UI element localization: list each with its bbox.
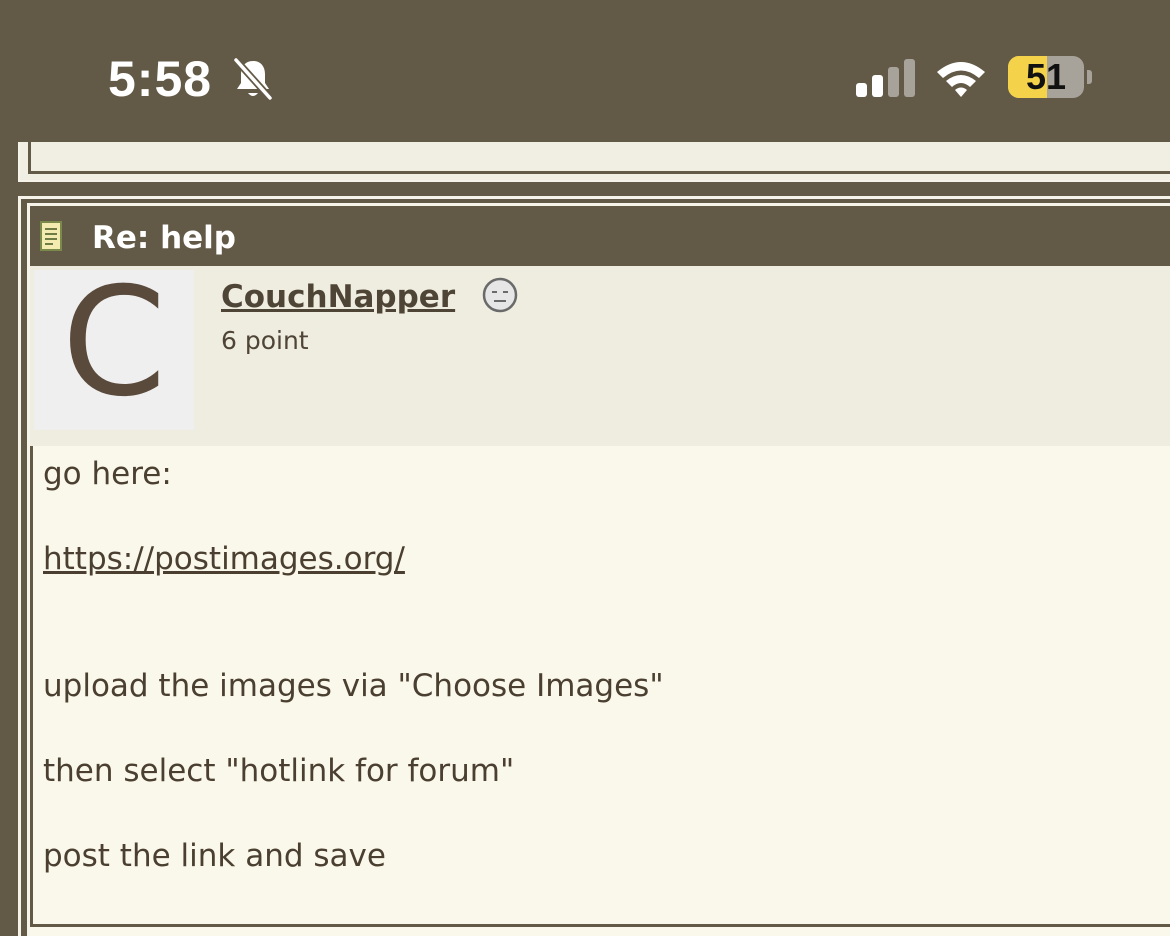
avatar-letter: C <box>61 270 167 430</box>
post-header: Re: help <box>30 206 1170 266</box>
postimages-link[interactable]: https://postimages.org/ <box>43 541 405 577</box>
neutral-face-icon <box>482 277 518 313</box>
avatar[interactable]: C <box>34 270 194 430</box>
post-document-icon <box>40 221 62 251</box>
battery-level: 51 <box>1025 56 1067 97</box>
battery-cap <box>1087 70 1092 84</box>
cellular-signal-icon <box>856 59 915 97</box>
previous-post-border <box>28 142 1170 174</box>
body-text-line: go here: <box>43 456 172 492</box>
battery-icon: 51 <box>1008 56 1084 98</box>
body-text-line: upload the images via "Choose Images" <box>43 668 664 704</box>
post-body: go here: https://postimages.org/ upload … <box>30 446 1170 936</box>
post-frame: Re: help C CouchNapper 6 point go here: … <box>27 203 1170 936</box>
body-link-line: https://postimages.org/ <box>43 541 405 577</box>
wifi-icon <box>937 62 985 97</box>
status-time: 5:58 <box>108 51 213 107</box>
author-panel: C CouchNapper 6 point <box>30 266 1170 446</box>
status-bar: 5:58 51 <box>0 0 1170 142</box>
forum-post: Re: help C CouchNapper 6 point go here: … <box>18 196 1170 936</box>
author-username-link[interactable]: CouchNapper <box>221 279 455 315</box>
bell-slash-icon <box>233 57 273 101</box>
post-title: Re: help <box>92 220 236 256</box>
user-points: 6 point <box>221 326 309 355</box>
previous-post-footer <box>18 142 1170 182</box>
post-body-content: go here: https://postimages.org/ upload … <box>30 446 1170 927</box>
body-text-line: post the link and save <box>43 838 386 874</box>
body-text-line: then select "hotlink for forum" <box>43 753 515 789</box>
